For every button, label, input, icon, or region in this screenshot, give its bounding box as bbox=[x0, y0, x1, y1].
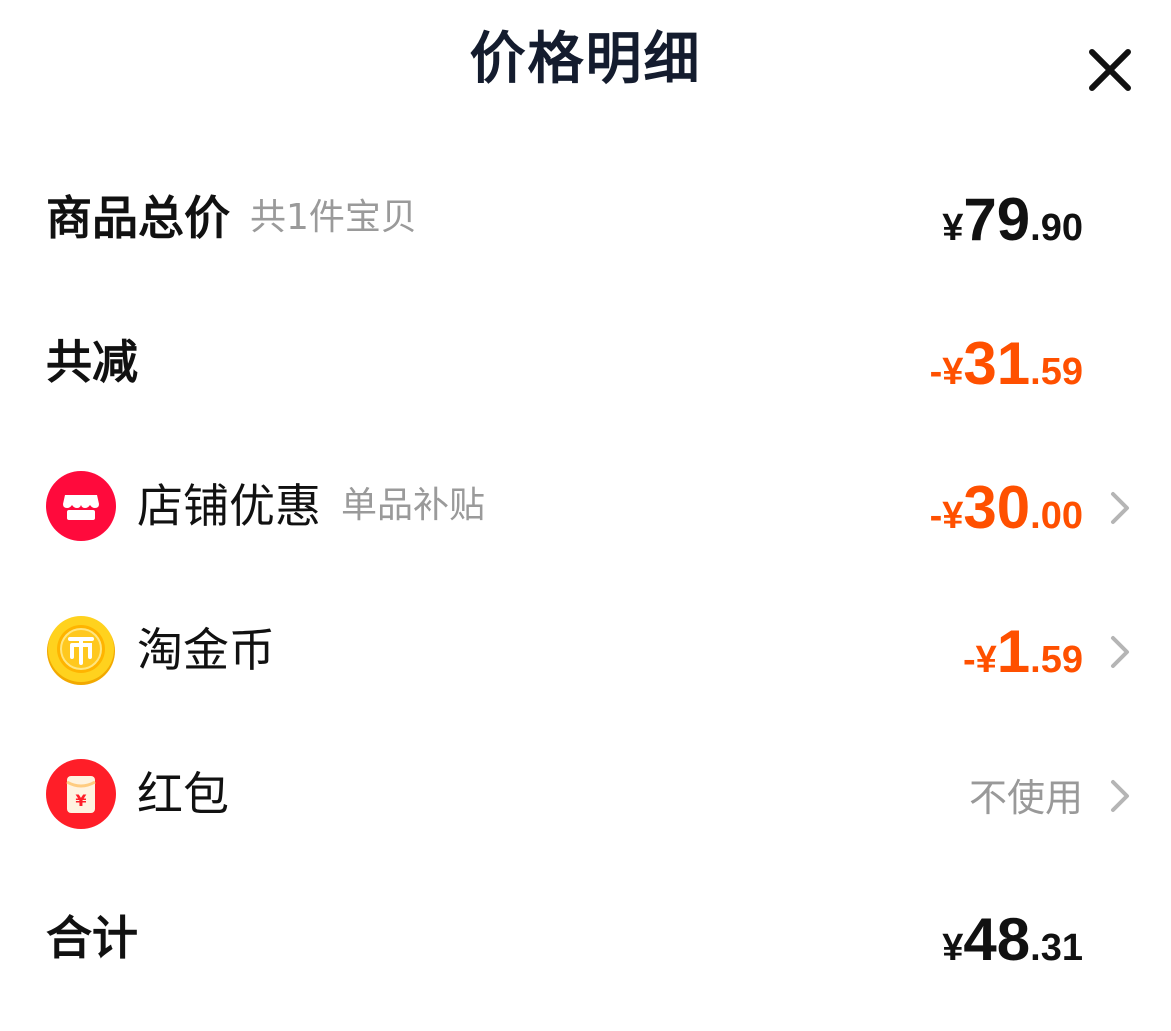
amount-integer: 79 bbox=[963, 186, 1031, 253]
amount-decimal: .31 bbox=[1030, 927, 1083, 969]
chevron-right-icon bbox=[1108, 490, 1132, 526]
total-discount-row: 共减 -¥ 31 .59 bbox=[0, 302, 1171, 422]
total-label: 合计 bbox=[46, 911, 138, 965]
total-row: 合计 ¥ 48 .31 bbox=[0, 878, 1171, 998]
amount-integer: 1 bbox=[996, 618, 1031, 685]
amount-decimal: .00 bbox=[1030, 495, 1083, 537]
price-detail-sheet: 价格明细 商品总价 共1件宝贝 ¥ 79 .90 共减 -¥ 31 .59 店铺… bbox=[0, 0, 1171, 1031]
total-discount-label: 共减 bbox=[46, 335, 138, 389]
amount-decimal: .59 bbox=[1030, 351, 1083, 393]
red-packet-icon: ¥ bbox=[46, 759, 116, 829]
gold-coin-icon bbox=[46, 615, 116, 685]
taobao-coins-amount: -¥ 1 .59 bbox=[963, 590, 1083, 710]
amount-decimal: .90 bbox=[1030, 207, 1083, 249]
currency-prefix: ¥ bbox=[942, 207, 964, 249]
page-title: 价格明细 bbox=[469, 27, 702, 92]
shop-discount-amount: -¥ 30 .00 bbox=[930, 446, 1083, 566]
subtotal-label: 商品总价 bbox=[46, 191, 230, 245]
subtotal-row: 商品总价 共1件宝贝 ¥ 79 .90 bbox=[0, 158, 1171, 278]
total-amount: ¥ 48 .31 bbox=[942, 878, 1083, 998]
subtotal-amount: ¥ 79 .90 bbox=[942, 158, 1083, 278]
chevron-right-icon bbox=[1108, 778, 1132, 814]
chevron-right-icon bbox=[1108, 634, 1132, 670]
red-packet-yen-symbol: ¥ bbox=[75, 791, 86, 810]
item-count-label: 共1件宝贝 bbox=[250, 197, 417, 238]
shop-discount-sublabel: 单品补贴 bbox=[341, 485, 486, 526]
close-button[interactable] bbox=[1084, 44, 1136, 96]
amount-integer: 30 bbox=[963, 474, 1031, 541]
red-packet-row[interactable]: ¥ 红包 不使用 bbox=[0, 734, 1171, 854]
currency-prefix: -¥ bbox=[929, 351, 964, 393]
store-icon bbox=[46, 471, 116, 541]
total-discount-amount: -¥ 31 .59 bbox=[930, 302, 1083, 422]
red-packet-status: 不使用 bbox=[968, 775, 1083, 820]
amount-integer: 31 bbox=[963, 330, 1031, 397]
currency-prefix: ¥ bbox=[942, 927, 964, 969]
currency-prefix: -¥ bbox=[929, 495, 964, 537]
shop-discount-row[interactable]: 店铺优惠 单品补贴 -¥ 30 .00 bbox=[0, 446, 1171, 566]
taobao-coins-label: 淘金币 bbox=[137, 623, 275, 677]
red-packet-label: 红包 bbox=[137, 767, 229, 821]
shop-discount-label: 店铺优惠 bbox=[137, 479, 321, 533]
currency-prefix: -¥ bbox=[963, 639, 997, 681]
amount-decimal: .59 bbox=[1030, 639, 1083, 681]
close-icon bbox=[1089, 49, 1131, 91]
amount-integer: 48 bbox=[963, 906, 1031, 973]
taobao-coins-row[interactable]: 淘金币 -¥ 1 .59 bbox=[0, 590, 1171, 710]
